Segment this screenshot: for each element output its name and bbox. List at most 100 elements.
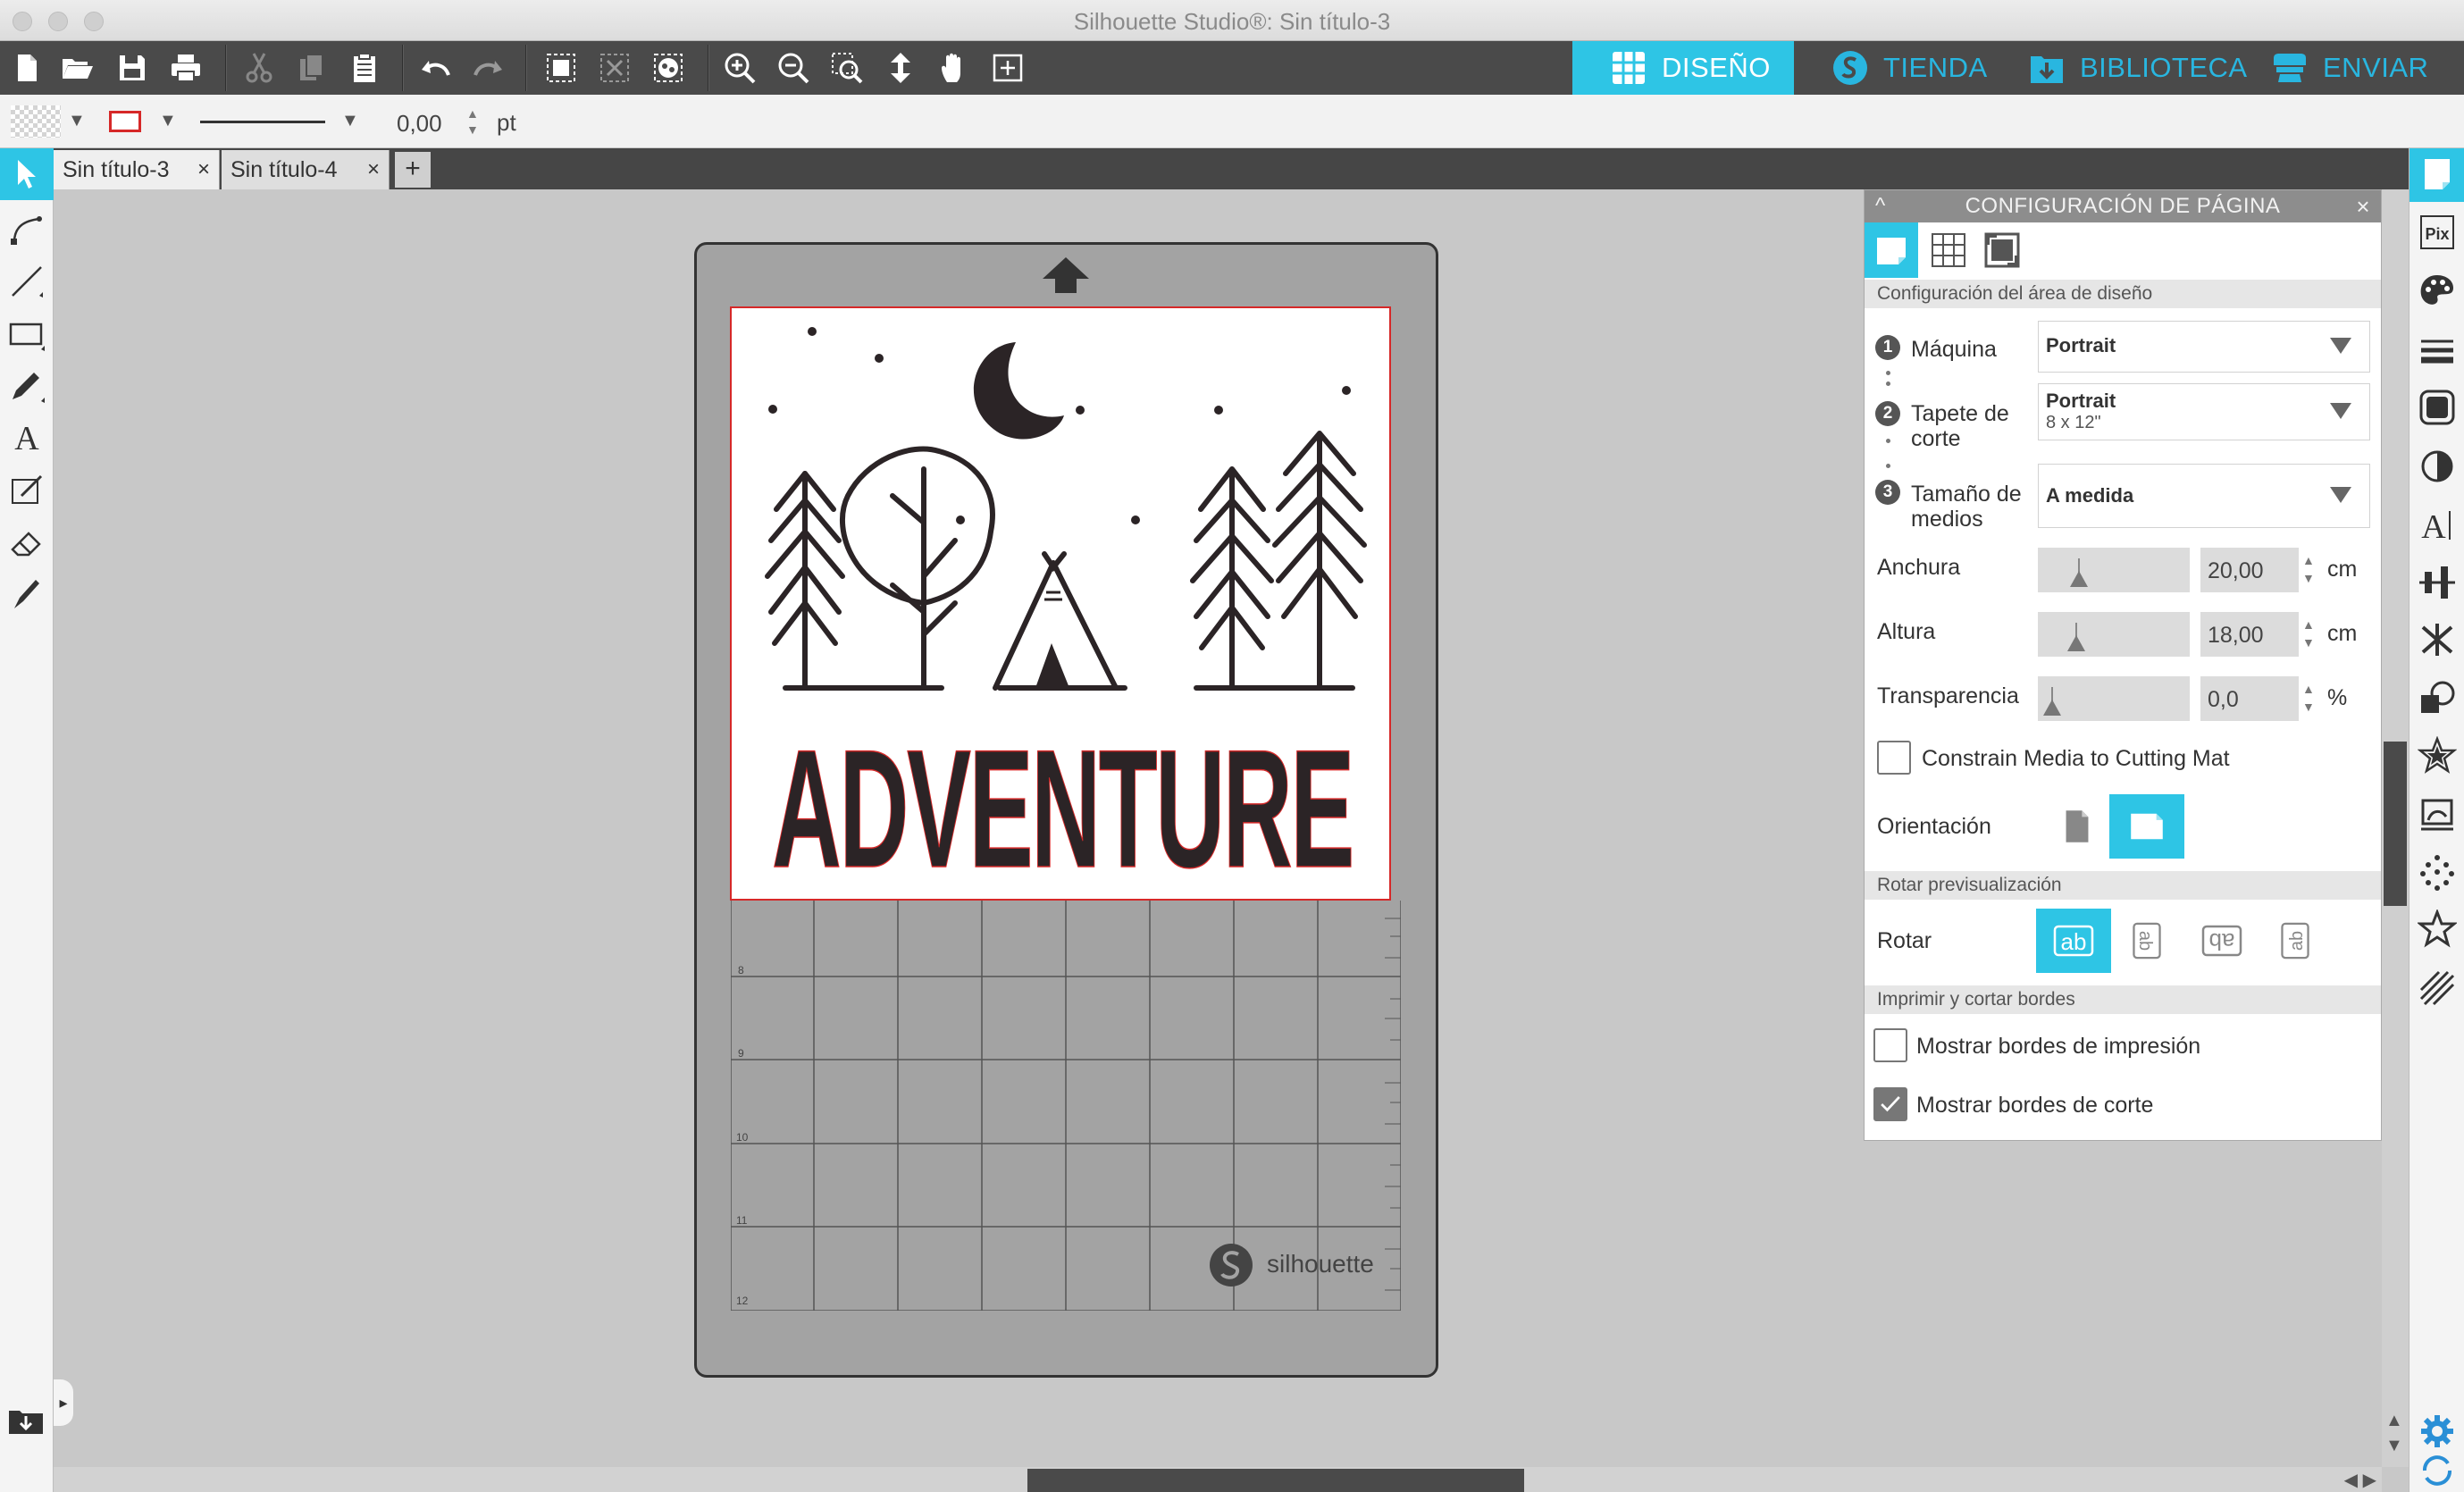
orientation-landscape-button[interactable] — [2109, 794, 2184, 859]
close-panel-icon[interactable]: × — [2356, 190, 2370, 222]
left-toolbar: A — [0, 148, 54, 1492]
zoom-out-button[interactable] — [772, 46, 815, 89]
line-style-dropdown-icon[interactable]: ▼ — [341, 111, 359, 131]
show-print-borders-checkbox[interactable] — [1873, 1028, 1907, 1062]
expand-library-handle[interactable]: ▸ — [54, 1379, 73, 1426]
ungroup-button[interactable] — [593, 46, 636, 89]
width-slider-thumb[interactable] — [2070, 571, 2088, 587]
fill-color-swatch[interactable] — [11, 105, 61, 138]
open-file-button[interactable] — [55, 46, 98, 89]
constrain-media-checkbox[interactable] — [1877, 741, 1911, 775]
doc-tab-inactive[interactable]: Sin título-4 × — [222, 150, 390, 189]
library-shapes-panel-button[interactable] — [2410, 902, 2464, 956]
sync-panel-button[interactable] — [2410, 1444, 2464, 1492]
line-tool[interactable] — [0, 256, 54, 307]
horizontal-scrollbar[interactable]: ◀ ▶ — [54, 1467, 2382, 1492]
vertical-scrollbar[interactable]: ▲ ▼ — [2382, 189, 2409, 1467]
offset-panel-button[interactable] — [2410, 381, 2464, 434]
height-input[interactable]: 18,00 — [2200, 612, 2299, 657]
zoom-in-button[interactable] — [718, 46, 761, 89]
orientation-portrait-button[interactable] — [2040, 794, 2115, 859]
transparency-panel-button[interactable] — [2410, 440, 2464, 493]
copy-button[interactable] — [289, 46, 332, 89]
new-file-button[interactable] — [5, 46, 48, 89]
rotate-90-button[interactable]: ab — [2109, 909, 2184, 973]
show-cut-borders-checkbox[interactable] — [1873, 1087, 1907, 1121]
draw-bounding-button[interactable] — [986, 46, 1029, 89]
paste-button[interactable] — [343, 46, 386, 89]
rotate-0-button[interactable]: ab — [2036, 909, 2111, 973]
group-button[interactable] — [540, 46, 582, 89]
draw-tool[interactable] — [0, 361, 54, 413]
fill-color-dropdown-icon[interactable]: ▼ — [68, 111, 86, 131]
media-size-select[interactable]: A medida — [2038, 464, 2370, 528]
height-slider[interactable] — [2038, 612, 2190, 657]
horizontal-scroll-arrows[interactable]: ◀ ▶ — [2344, 1469, 2376, 1491]
close-tab-icon[interactable]: × — [367, 157, 380, 182]
height-slider-thumb[interactable] — [2067, 635, 2085, 651]
pixscan-panel-button[interactable]: Pix — [2410, 205, 2464, 259]
select-tool[interactable] — [0, 148, 54, 200]
library-panel-toggle[interactable] — [0, 1396, 54, 1447]
add-tab-button[interactable]: + — [395, 152, 431, 188]
shape-tool[interactable] — [0, 309, 54, 361]
fit-to-window-button[interactable] — [879, 46, 922, 89]
line-style-panel-button[interactable] — [2410, 323, 2464, 377]
transparency-stepper[interactable]: ▲ ▼ — [2302, 680, 2320, 716]
line-width-input[interactable]: 0,00 — [391, 105, 448, 139]
transparency-slider[interactable] — [2038, 676, 2190, 721]
adventure-design[interactable]: ADVENTURE — [732, 308, 1393, 903]
nav-tab-store[interactable]: TIENDA — [1794, 41, 2017, 95]
nav-tab-send[interactable]: ENVIAR — [2234, 41, 2464, 95]
eraser-tool[interactable] — [0, 516, 54, 568]
edit-points-tool[interactable] — [0, 202, 54, 254]
line-width-stepper[interactable]: ▲ ▼ — [466, 105, 479, 138]
replicate-panel-button[interactable] — [2410, 613, 2464, 666]
print-button[interactable] — [164, 46, 207, 89]
offset-star-panel-button[interactable] — [2410, 729, 2464, 783]
chevron-down-icon — [2330, 487, 2351, 503]
rhinestone-panel-button[interactable] — [2410, 845, 2464, 899]
nav-tab-design[interactable]: DISEÑO — [1572, 41, 1794, 95]
release-compound-button[interactable] — [647, 46, 690, 89]
cutting-mat-select[interactable]: Portrait 8 x 12" — [2038, 383, 2370, 440]
line-color-swatch[interactable] — [109, 111, 141, 132]
save-button[interactable] — [111, 46, 154, 89]
sketch-tool[interactable] — [0, 465, 54, 516]
zoom-selection-button[interactable] — [826, 46, 868, 89]
line-color-dropdown-icon[interactable]: ▼ — [159, 111, 177, 131]
width-stepper[interactable]: ▲ ▼ — [2302, 551, 2320, 587]
trace-panel-button[interactable] — [2410, 788, 2464, 842]
panel-tab-page[interactable] — [1865, 222, 1918, 278]
align-panel-button[interactable] — [2410, 556, 2464, 609]
horizontal-scroll-thumb[interactable] — [1027, 1469, 1524, 1492]
collapse-panel-icon[interactable]: ^ — [1875, 190, 1886, 222]
rotate-180-button[interactable]: ab — [2184, 909, 2259, 973]
scroll-arrows[interactable]: ▲ ▼ — [2385, 1408, 2403, 1458]
rotate-270-button[interactable]: ab — [2258, 909, 2333, 973]
text-style-panel-button[interactable]: A — [2410, 499, 2464, 552]
transparency-slider-thumb[interactable] — [2043, 700, 2061, 716]
fill-color-panel-button[interactable] — [2410, 264, 2464, 318]
line-style-swatch[interactable] — [200, 121, 325, 123]
redo-button[interactable] — [466, 46, 509, 89]
doc-tab-active[interactable]: Sin título-3 × — [54, 150, 220, 189]
sketch-panel-button[interactable] — [2410, 961, 2464, 1015]
panel-tab-grid[interactable] — [1922, 222, 1975, 278]
machine-select[interactable]: Portrait — [2038, 321, 2370, 373]
modify-panel-button[interactable] — [2410, 672, 2464, 725]
close-tab-icon[interactable]: × — [197, 157, 210, 182]
transparency-input[interactable]: 0,0 — [2200, 676, 2299, 721]
nav-tab-library[interactable]: BIBLIOTECA — [1990, 41, 2250, 95]
page-setup-panel-button[interactable] — [2410, 148, 2464, 202]
text-tool[interactable]: A — [0, 411, 54, 463]
pan-button[interactable] — [933, 46, 976, 89]
knife-tool[interactable] — [0, 568, 54, 620]
vertical-scroll-thumb[interactable] — [2384, 742, 2407, 906]
panel-tab-registration[interactable] — [1975, 222, 2029, 278]
cut-button[interactable] — [238, 46, 281, 89]
height-stepper[interactable]: ▲ ▼ — [2302, 616, 2320, 651]
width-slider[interactable] — [2038, 548, 2190, 592]
width-input[interactable]: 20,00 — [2200, 548, 2299, 592]
undo-button[interactable] — [415, 46, 457, 89]
